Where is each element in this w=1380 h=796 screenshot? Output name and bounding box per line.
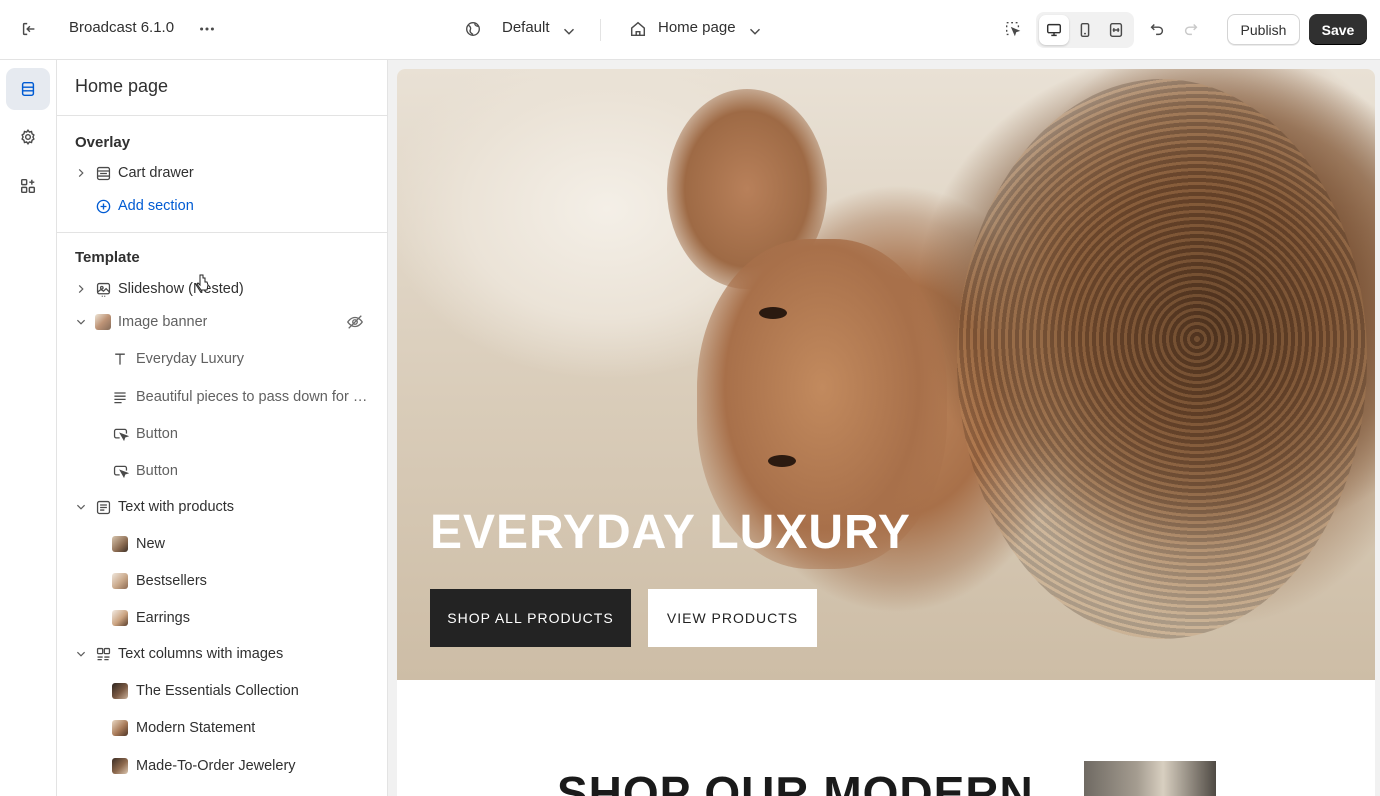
image-thumbnail (111, 682, 129, 700)
hidden-eye-icon[interactable] (346, 313, 364, 331)
page-title: Home page (75, 76, 169, 96)
section-label: Cart drawer (118, 165, 194, 181)
image-thumbnail (111, 757, 129, 775)
chevron-right-icon[interactable] (74, 282, 88, 296)
desktop-view-icon[interactable] (1039, 15, 1069, 45)
save-button[interactable]: Save (1309, 14, 1367, 45)
undo-icon[interactable] (1147, 19, 1167, 39)
hero-photo-hair-texture (957, 79, 1367, 639)
sections-sidebar: Home page Overlay Cart drawer Add sectio… (57, 60, 388, 796)
chevron-down-icon[interactable] (559, 21, 579, 41)
shop-all-products-button[interactable]: SHOP ALL PRODUCTS (430, 589, 631, 647)
home-icon (628, 19, 648, 39)
columns-icon (94, 645, 112, 663)
product-image[interactable] (1084, 761, 1216, 796)
section-heading: SHOP OUR MODERN (557, 767, 1034, 796)
section-text-columns[interactable]: Text columns with images (57, 639, 387, 669)
image-thumbnail (111, 535, 129, 553)
topbar-divider (600, 19, 601, 41)
block-label: The Essentials Collection (136, 683, 299, 699)
image-thumbnail (111, 572, 129, 590)
block-column[interactable]: Modern Statement (57, 713, 387, 743)
chevron-down-icon[interactable] (74, 500, 88, 514)
text-block-icon (94, 498, 112, 516)
section-slideshow[interactable]: Slideshow (Nested) (57, 274, 387, 304)
image-thumbnail (94, 313, 112, 331)
block-label: Beautiful pieces to pass down for g... (136, 389, 372, 405)
theme-settings-icon[interactable] (6, 116, 50, 158)
block-label: Button (136, 426, 178, 442)
block-label: Everyday Luxury (136, 351, 244, 367)
page-selector[interactable]: Home page (658, 19, 736, 36)
group-title-template: Template (75, 249, 140, 266)
block-button[interactable]: Button (57, 419, 387, 449)
more-actions-icon[interactable] (197, 19, 217, 39)
exit-icon[interactable] (19, 19, 39, 39)
block-product-list[interactable]: Bestsellers (57, 566, 387, 596)
block-label: Button (136, 463, 178, 479)
button-icon (111, 462, 129, 480)
chevron-down-icon[interactable] (74, 647, 88, 661)
hero-image-banner[interactable]: EVERYDAY LUXURY SHOP ALL PRODUCTS VIEW P… (397, 69, 1375, 680)
theme-globe-icon (463, 19, 483, 39)
section-text-with-products[interactable]: Text with products (57, 492, 387, 522)
block-product-list[interactable]: Earrings (57, 603, 387, 633)
section-label: Text with products (118, 499, 235, 515)
add-section-label: Add section (118, 198, 194, 214)
block-label: Bestsellers (136, 573, 207, 589)
block-paragraph[interactable]: Beautiful pieces to pass down for g... (57, 382, 387, 412)
block-label: Modern Statement (136, 720, 256, 736)
section-label: Image banner (118, 314, 208, 330)
block-column[interactable]: The Essentials Collection (57, 676, 387, 706)
left-rail (0, 60, 57, 796)
hero-photo-eye (759, 307, 787, 319)
hero-photo-eye (768, 455, 796, 467)
button-icon (111, 425, 129, 443)
hero-title: EVERYDAY LUXURY (430, 506, 911, 559)
view-products-button[interactable]: VIEW PRODUCTS (648, 589, 817, 647)
redo-icon[interactable] (1181, 19, 1201, 39)
block-column[interactable]: Made-To-Order Jewelery (57, 751, 387, 781)
block-label: Made-To-Order Jewelery (136, 758, 296, 774)
store-preview: EVERYDAY LUXURY SHOP ALL PRODUCTS VIEW P… (397, 69, 1375, 796)
block-product-list[interactable]: New (57, 529, 387, 559)
layout-icon (94, 164, 112, 182)
apps-icon[interactable] (6, 165, 50, 207)
section-label: Slideshow (Nested) (118, 281, 244, 297)
image-thumbnail (111, 609, 129, 627)
sidebar-divider (57, 232, 387, 233)
inspect-icon[interactable] (1003, 19, 1023, 39)
theme-name: Broadcast 6.1.0 (69, 19, 175, 36)
block-button[interactable]: Button (57, 456, 387, 486)
top-bar: Broadcast 6.1.0 Default Home page Publis… (0, 0, 1380, 60)
viewport-toggle (1036, 12, 1134, 48)
section-image-banner[interactable]: Image banner (57, 307, 387, 337)
block-label: Earrings (136, 610, 190, 626)
chevron-down-icon[interactable] (74, 315, 88, 329)
section-cart-drawer[interactable]: Cart drawer (57, 158, 387, 188)
slideshow-icon (94, 280, 112, 298)
publish-button[interactable]: Publish (1227, 14, 1300, 45)
mobile-view-icon[interactable] (1070, 15, 1100, 45)
fullscreen-view-icon[interactable] (1101, 15, 1131, 45)
section-label: Text columns with images (118, 646, 284, 662)
mouse-cursor-icon (196, 274, 210, 295)
image-thumbnail (111, 719, 129, 737)
group-title-overlay: Overlay (75, 134, 131, 151)
paragraph-icon (111, 388, 129, 406)
sections-icon[interactable] (6, 68, 50, 110)
block-heading[interactable]: Everyday Luxury (57, 344, 387, 374)
theme-selector[interactable]: Default (502, 19, 550, 36)
chevron-down-icon[interactable] (745, 21, 765, 41)
block-label: New (136, 536, 166, 552)
add-section-button[interactable]: Add section (57, 191, 387, 221)
chevron-right-icon[interactable] (74, 166, 88, 180)
add-circle-icon (94, 197, 112, 215)
sidebar-divider (57, 115, 387, 116)
text-icon (111, 350, 129, 368)
